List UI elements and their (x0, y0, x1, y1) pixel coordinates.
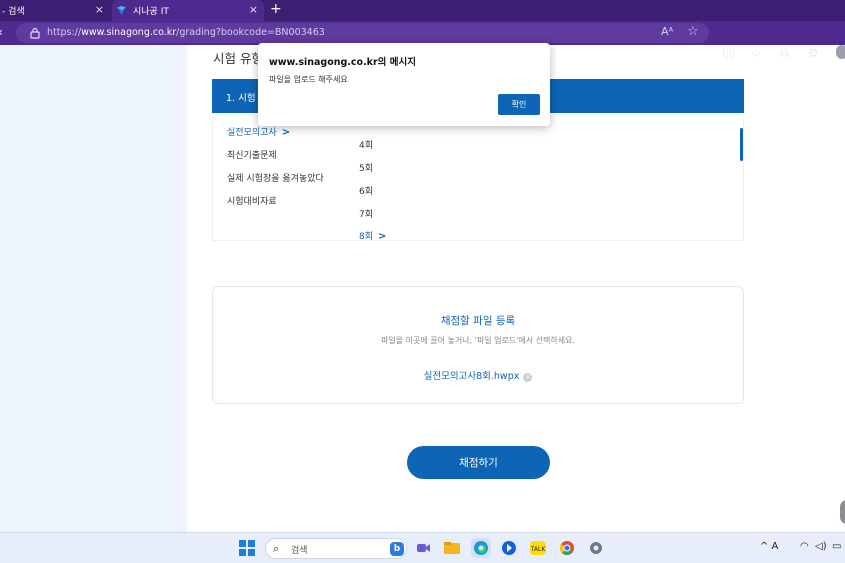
profile-avatar[interactable] (836, 45, 845, 59)
tray-text[interactable]: ^ A (760, 541, 778, 552)
close-tab-icon[interactable]: × (95, 3, 104, 16)
volume-icon[interactable]: ◁) (815, 541, 827, 552)
round-item-7[interactable]: 7회 (359, 207, 373, 220)
round-item-8[interactable]: 8회 > (359, 229, 386, 242)
exam-type-selector: 실전모의고사 > 최신기출문제 실제 시험장을 옮겨놓았다 시험대비자료 4회 5… (212, 113, 744, 242)
upload-title: 채점할 파일 등록 (440, 315, 516, 327)
remove-file-icon[interactable]: × (523, 373, 533, 382)
grade-button[interactable]: 채점하기 (407, 446, 550, 479)
sinagong-favicon-icon (116, 5, 127, 16)
file-explorer-icon[interactable] (442, 538, 462, 558)
tab-label: 시나공 IT (133, 7, 169, 17)
section-title: 시험 유형 (213, 51, 263, 66)
lock-icon (30, 27, 40, 39)
url-field[interactable]: https://www.sinagong.co.kr/grading?bookc… (16, 23, 709, 43)
windows-taskbar: ⌕ 검색 b TALK ^ A ◠ ◁) ▭ (0, 532, 845, 563)
favorite-star-icon[interactable]: ☆ (687, 24, 699, 39)
new-tab-button[interactable]: + (270, 1, 282, 17)
left-panel (0, 45, 187, 532)
split-screen-icon[interactable]: ▯▯ (722, 46, 735, 60)
taskbar-search[interactable]: ⌕ 검색 b (265, 538, 407, 559)
extensions-icon[interactable]: ⚙ (808, 46, 819, 60)
exam-type-label: 실전모의고사 (227, 128, 277, 138)
windows-start-icon[interactable] (239, 540, 255, 556)
svg-text:TALK: TALK (530, 546, 547, 553)
dialog-message: 파일을 업로드 해주세요 (269, 75, 348, 84)
close-tab-icon[interactable]: × (249, 3, 258, 16)
exam-type-mock[interactable]: 실전모의고사 > (227, 125, 290, 138)
search-icon: ⌕ (273, 542, 280, 555)
uploaded-file: 실전모의고사8회.hwpx × (213, 368, 743, 382)
browser-tab-bar: - 검색 × 시나공 IT × + (0, 0, 845, 21)
chevron-right-icon: > (378, 231, 387, 242)
favorites-icon[interactable]: ✩ (751, 46, 761, 60)
list-scrollbar[interactable] (740, 128, 743, 161)
settings-gear-icon[interactable] (586, 538, 606, 558)
floating-scroll-button[interactable] (840, 500, 845, 524)
dialog-ok-button[interactable]: 확인 (498, 94, 540, 115)
url-text: https://www.sinagong.co.kr/grading?bookc… (47, 27, 325, 38)
read-aloud-icon[interactable]: Aᴬ (661, 25, 673, 38)
exam-type-real[interactable]: 실제 시험장을 옮겨놓았다 (227, 171, 324, 184)
battery-icon[interactable]: ▭ (832, 541, 841, 552)
round-label: 8회 (359, 232, 374, 242)
wifi-icon[interactable]: ◠ (800, 541, 809, 552)
bing-icon[interactable]: b (390, 542, 404, 556)
chrome-icon[interactable] (557, 538, 577, 558)
round-item-4[interactable]: 4회 (359, 138, 373, 151)
edge-browser-icon[interactable] (471, 538, 491, 558)
round-item-5[interactable]: 5회 (359, 161, 373, 174)
alert-dialog: www.sinagong.co.kr의 메시지 파일을 업로드 해주세요 확인 (258, 43, 550, 126)
address-bar-row: ‹ https://www.sinagong.co.kr/grading?boo… (0, 21, 845, 60)
dialog-title: www.sinagong.co.kr의 메시지 (269, 57, 416, 68)
tab-sinagong[interactable]: 시나공 IT × (112, 0, 264, 21)
exam-type-prep[interactable]: 시험대비자료 (227, 194, 277, 207)
meet-app-icon[interactable] (413, 538, 433, 558)
back-icon[interactable]: ‹ (0, 25, 3, 39)
tab-label: - 검색 (2, 7, 25, 17)
collections-icon[interactable]: ⧉ (780, 46, 789, 61)
file-name: 실전모의고사8회.hwpx (423, 371, 520, 382)
search-placeholder: 검색 (291, 546, 308, 556)
file-drop-zone[interactable]: 채점할 파일 등록 파일을 이곳에 끌어 놓거나, '파일 업로드'에서 선택하… (212, 286, 744, 404)
chevron-right-icon: > (281, 127, 291, 138)
upload-description: 파일을 이곳에 끌어 놓거나, '파일 업로드'에서 선택하세요. (380, 336, 576, 345)
tab-search[interactable]: - 검색 × (0, 0, 110, 21)
pinned-app-icon[interactable] (499, 538, 519, 558)
kakaotalk-icon[interactable]: TALK (528, 538, 548, 558)
exam-type-recent[interactable]: 최신기출문제 (227, 148, 277, 161)
round-item-6[interactable]: 6회 (359, 184, 373, 197)
